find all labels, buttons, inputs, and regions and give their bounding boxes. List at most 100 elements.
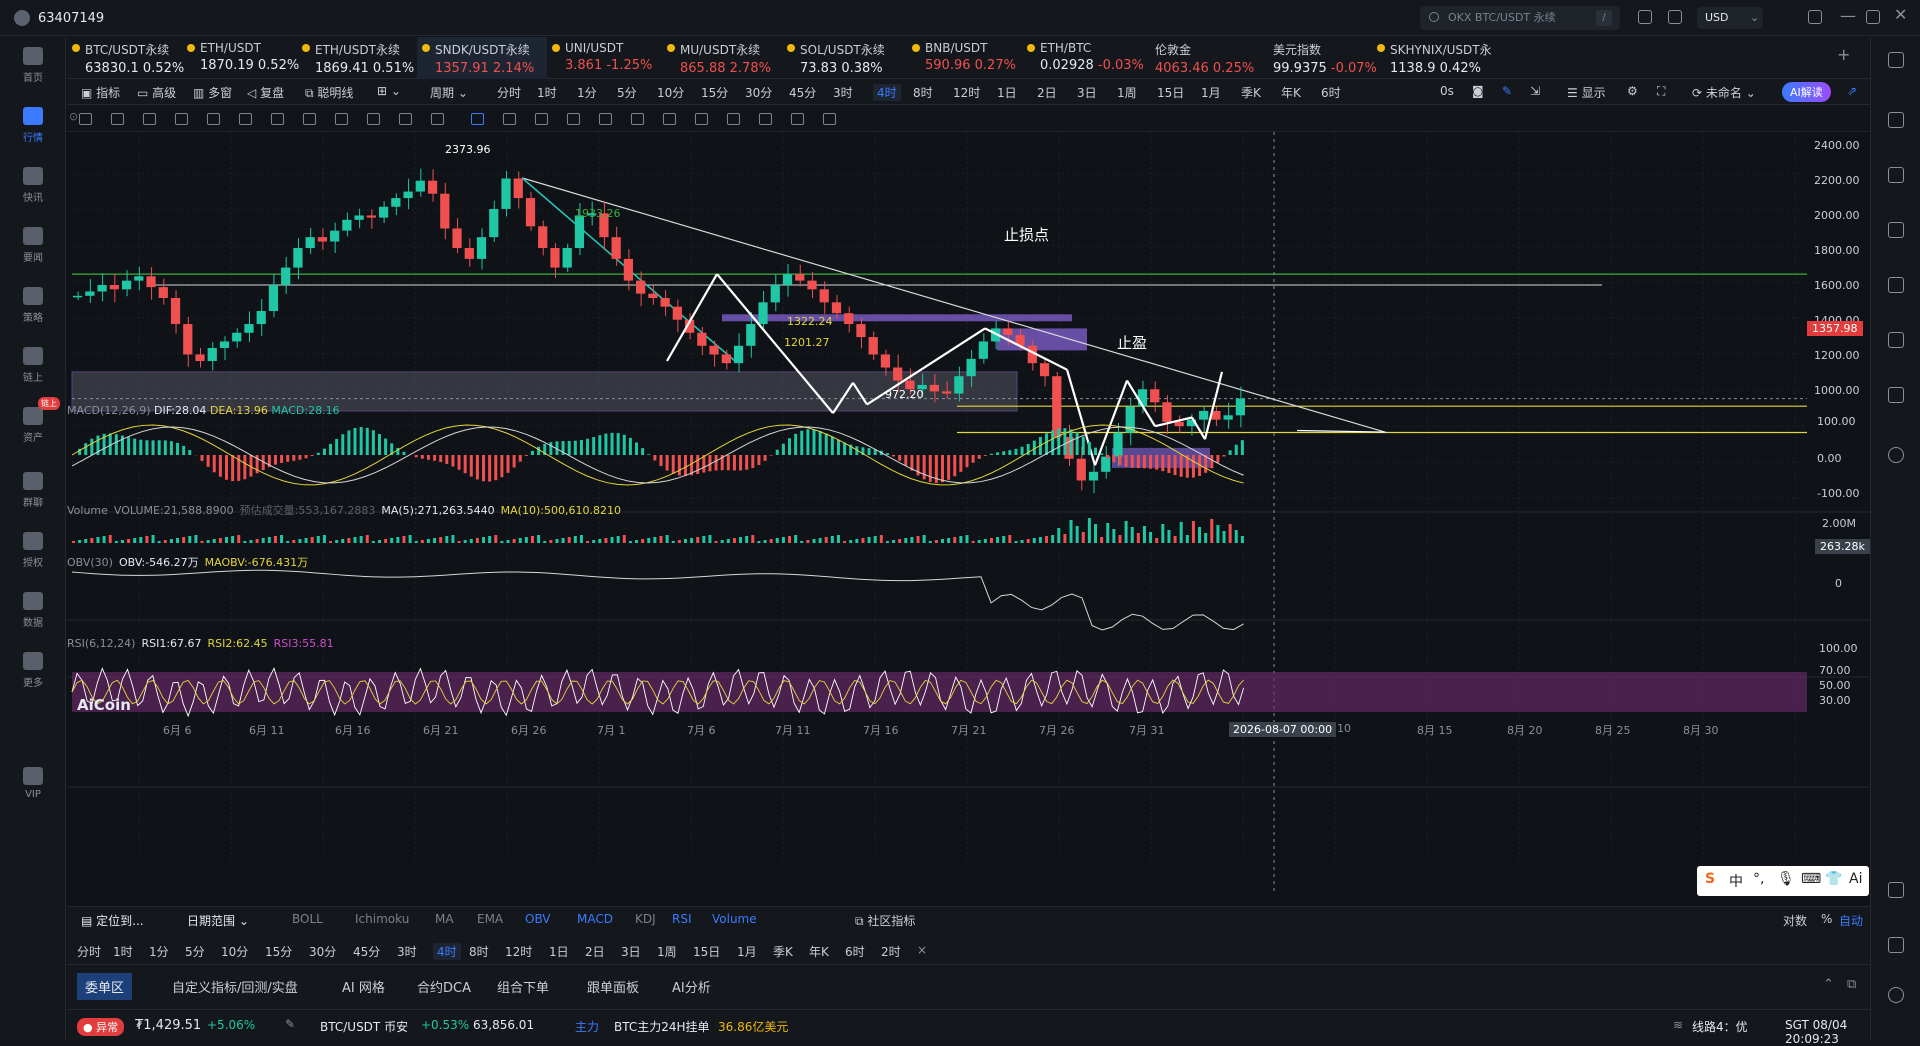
hline-tool-icon[interactable] — [175, 113, 188, 125]
nav-item-5[interactable]: 链上 — [0, 337, 66, 397]
ime-toolbar[interactable]: S中°,🎙⌨👕Ai — [1697, 866, 1869, 896]
zero-s-label[interactable]: 0s — [1440, 84, 1454, 98]
window-restore-icon[interactable] — [1808, 10, 1822, 24]
nav-item-6[interactable]: 资产链上 — [0, 397, 66, 457]
community-indicators-button[interactable]: ⧉ 社区指标 — [855, 912, 915, 929]
indicator-tab-ma[interactable]: MA — [435, 912, 454, 926]
nav-item-1[interactable]: 行情 — [0, 97, 66, 157]
measure-tool-icon[interactable] — [399, 113, 412, 125]
monitor-icon[interactable] — [1888, 277, 1904, 293]
panel-tab-2[interactable]: AI 网格 — [342, 977, 385, 996]
nav-item-4[interactable]: 策略 — [0, 277, 66, 337]
nav-item-10[interactable]: 更多 — [0, 642, 66, 702]
clear-tool-icon[interactable] — [431, 113, 444, 125]
bottom-timeframe-21[interactable]: 2时 — [881, 943, 901, 960]
help-icon[interactable] — [1888, 937, 1904, 953]
visible-icon[interactable] — [695, 113, 708, 125]
bottom-timeframe-6[interactable]: 30分 — [309, 943, 336, 960]
bottom-timeframe-3[interactable]: 5分 — [185, 943, 205, 960]
timeframe-12[interactable]: 1日 — [997, 84, 1017, 101]
ticker-0[interactable]: BTC/USDT永续63830.1 0.52% — [67, 37, 182, 79]
camera-icon[interactable]: ◙ — [1472, 84, 1484, 98]
robot-icon[interactable] — [1888, 387, 1904, 403]
replay-button[interactable]: ◁ 复盘 — [247, 84, 284, 101]
edit-icon[interactable]: ✎ — [285, 1017, 295, 1031]
bottom-timeframe-18[interactable]: 季K — [773, 943, 793, 960]
undo-icon[interactable] — [791, 113, 804, 125]
line-tool-icon[interactable] — [79, 113, 92, 125]
panel-icon[interactable] — [1888, 52, 1904, 68]
ai-read-button[interactable]: AI解读 — [1782, 82, 1831, 102]
document-icon[interactable] — [1888, 112, 1904, 128]
ticker-6[interactable]: SOL/USDT永续73.83 0.38% — [782, 37, 907, 79]
ticker-7[interactable]: BNB/USDT590.96 0.27% — [907, 37, 1022, 79]
timeframe-0[interactable]: 分时 — [497, 84, 521, 101]
panel-tab-6[interactable]: AI分析 — [672, 977, 711, 996]
avatar[interactable] — [14, 10, 30, 26]
bottom-timeframe-17[interactable]: 1月 — [737, 943, 757, 960]
pencil-icon[interactable]: ✎ — [1502, 84, 1512, 98]
export-icon[interactable]: ⇲ — [1530, 84, 1540, 98]
share-icon[interactable]: ⇗ — [1847, 84, 1857, 98]
trend-icon[interactable] — [1888, 222, 1904, 238]
layers-icon[interactable] — [663, 113, 676, 125]
auto-toggle[interactable]: 自动 — [1839, 912, 1863, 929]
fib-tool-icon[interactable] — [271, 113, 284, 125]
ai-icon[interactable]: Ai — [1849, 871, 1862, 887]
eye-icon[interactable] — [599, 113, 612, 125]
ray-tool-icon[interactable] — [111, 113, 124, 125]
bottom-timeframe-7[interactable]: 45分 — [353, 943, 380, 960]
text-tool-icon[interactable] — [303, 113, 316, 125]
advanced-button[interactable]: ▭ 高级 — [137, 84, 176, 101]
bottom-timeframe-0[interactable]: 分时 — [77, 943, 101, 960]
layout-select[interactable]: ⟳ 未命名 ⌄ — [1692, 84, 1756, 101]
locate-button[interactable]: ▤ 定位到... — [81, 912, 144, 929]
timeframe-5[interactable]: 15分 — [701, 84, 728, 101]
maximize-icon[interactable] — [1866, 10, 1880, 24]
mic-icon[interactable]: 🎙 — [1777, 871, 1795, 887]
indicator-tab-obv[interactable]: OBV — [525, 912, 551, 926]
nav-item-2[interactable]: 快讯 — [0, 157, 66, 217]
ticker-4[interactable]: UNI/USDT3.861 -1.25% — [547, 37, 662, 79]
ticker-8[interactable]: ETH/BTC0.02928 -0.03% — [1022, 37, 1137, 79]
bottom-timeframe-10[interactable]: 8时 — [469, 943, 489, 960]
ticker-3[interactable]: SNDK/USDT永续1357.91 2.14% — [417, 37, 547, 79]
timeframe-11[interactable]: 12时 — [953, 84, 980, 101]
ticker-9[interactable]: 伦敦金4063.46 0.25% — [1137, 37, 1255, 79]
support-icon[interactable] — [1888, 987, 1904, 1003]
timeframe-18[interactable]: 季K — [1241, 84, 1261, 101]
timeframe-2[interactable]: 1分 — [577, 84, 597, 101]
collapse-icon[interactable]: ⊙ — [69, 110, 78, 123]
display-button[interactable]: ☰ 显示 — [1567, 84, 1606, 101]
bottom-timeframe-14[interactable]: 3日 — [621, 943, 641, 960]
indicator-tab-boll[interactable]: BOLL — [292, 912, 323, 926]
minimize-icon[interactable]: — — [1840, 6, 1856, 25]
search-input[interactable]: OKX BTC/USDT 永续 / — [1420, 6, 1620, 30]
bottom-timeframe-2[interactable]: 1分 — [149, 943, 169, 960]
timeframe-9[interactable]: 4时 — [873, 84, 901, 101]
filter-icon[interactable] — [727, 113, 740, 125]
timeframe-8[interactable]: 3时 — [833, 84, 853, 101]
smart-line-button[interactable]: ⧉ 聪明线 — [305, 84, 353, 101]
bottom-timeframe-9[interactable]: 4时 — [433, 943, 461, 960]
bottom-timeframe-8[interactable]: 3时 — [397, 943, 417, 960]
ticker-11[interactable]: SKHYNIX/USDT永1138.9 0.42% — [1372, 37, 1497, 79]
status-pair[interactable]: BTC/USDT 币安 — [320, 1018, 408, 1035]
etf-icon[interactable] — [1888, 332, 1904, 348]
fullscreen-icon[interactable]: ⛶ — [1657, 84, 1665, 99]
lock-icon[interactable] — [631, 113, 644, 125]
ticker-10[interactable]: 美元指数99.9375 -0.07% — [1255, 37, 1372, 79]
bottom-timeframe-13[interactable]: 2日 — [585, 943, 605, 960]
bell-icon[interactable] — [1638, 10, 1652, 24]
nav-item-9[interactable]: 数据 — [0, 582, 66, 642]
magnet-icon[interactable] — [567, 113, 580, 125]
chart-area[interactable]: 2400.002200.002000.001800.001600.001400.… — [67, 132, 1870, 906]
skin-icon[interactable]: 👕 — [1825, 871, 1842, 887]
settings-icon[interactable]: ⚙ — [1627, 84, 1638, 98]
bottom-timeframe-19[interactable]: 年K — [809, 943, 829, 960]
link-icon[interactable] — [503, 113, 516, 125]
panel-tab-4[interactable]: 组合下单 — [497, 977, 549, 996]
panel-tab-3[interactable]: 合约DCA — [417, 977, 471, 996]
punct-icon[interactable]: °, — [1753, 871, 1764, 887]
nav-item-7[interactable]: 群聊 — [0, 462, 66, 522]
